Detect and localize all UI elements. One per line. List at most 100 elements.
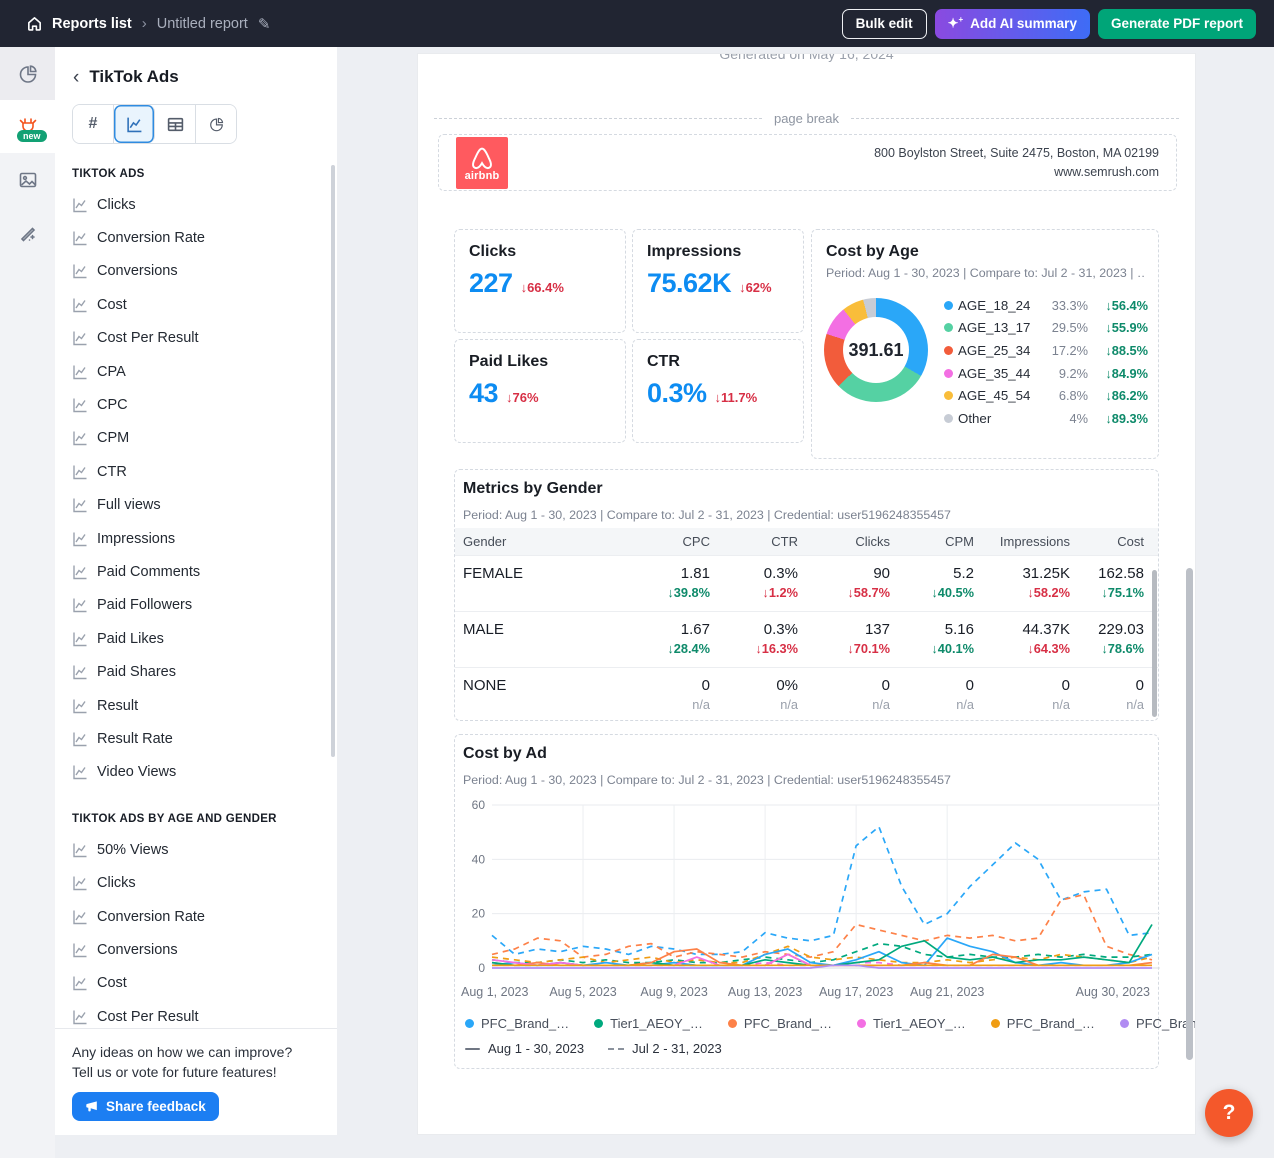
sidebar-item-cost[interactable]: Cost [55, 967, 337, 1000]
sidebar-item-label: Result [97, 698, 138, 714]
line-chart-icon [126, 116, 143, 133]
sidebar-item-impressions[interactable]: Impressions [55, 522, 337, 555]
gender-cell: NONE [463, 668, 605, 723]
sidebar-item-result[interactable]: Result [55, 689, 337, 722]
kpi-title: Clicks [469, 243, 611, 261]
sidebar-item-paid-followers[interactable]: Paid Followers [55, 589, 337, 622]
metric-cell: 1.67↓28.4% [605, 612, 710, 667]
kpi-card-ctr[interactable]: CTR 0.3% ↓11.7% [632, 339, 804, 443]
donut-center-value: 391.61 [848, 340, 903, 361]
report-header-widget[interactable]: airbnb 800 Boylston Street, Suite 2475, … [438, 134, 1177, 191]
breadcrumb-reports-list[interactable]: Reports list [26, 15, 132, 32]
sidebar-item-clicks[interactable]: Clicks [55, 866, 337, 899]
edit-title-icon[interactable]: ✎ [258, 15, 271, 33]
sidebar-item-cpc[interactable]: CPC [55, 388, 337, 421]
line-chart-icon [72, 430, 88, 446]
x-tick-label: Aug 9, 2023 [640, 985, 707, 999]
sidebar-item-paid-likes[interactable]: Paid Likes [55, 622, 337, 655]
picker-number-widget[interactable]: # [73, 105, 114, 143]
cost-by-ad-subtitle: Period: Aug 1 - 30, 2023 | Compare to: J… [463, 773, 951, 787]
kpi-card-impressions[interactable]: Impressions 75.62K ↓62% [632, 229, 804, 333]
rail-item-images[interactable] [0, 153, 55, 206]
picker-line-chart-widget[interactable] [114, 105, 155, 143]
sidebar-item-conversion-rate[interactable]: Conversion Rate [55, 900, 337, 933]
metric-cell: 1.81↓39.8% [605, 556, 710, 611]
rail-item-integrations[interactable]: new [0, 100, 55, 153]
cost-by-ad-widget[interactable]: Cost by Ad Period: Aug 1 - 30, 2023 | Co… [454, 734, 1159, 1069]
metrics-by-gender-widget[interactable]: Metrics by Gender Period: Aug 1 - 30, 20… [454, 469, 1159, 721]
cost-by-ad-line-chart: 0204060 [455, 793, 1160, 983]
company-address: 800 Boylston Street, Suite 2475, Boston,… [874, 144, 1159, 163]
metric-cell: 0.3%↓1.2% [710, 556, 798, 611]
add-ai-summary-button[interactable]: ✦+ Add AI summary [935, 9, 1090, 39]
metric-delta: ↓58.7% [798, 585, 890, 600]
metric-delta: ↓40.1% [890, 641, 974, 656]
age-legend-delta: ↓88.5% [1088, 343, 1148, 358]
back-chevron-icon[interactable]: ‹ [73, 68, 79, 87]
help-button[interactable]: ? [1205, 1089, 1253, 1137]
kpi-delta: ↓11.7% [715, 390, 758, 405]
series-legend-item: Tier1_AEOY_… [594, 1016, 703, 1031]
rail-item-ai-tools[interactable] [0, 206, 55, 259]
age-legend-row-age-45-54: AGE_45_546.8%↓86.2% [944, 384, 1148, 407]
sidebar-item-cpm[interactable]: CPM [55, 422, 337, 455]
gender-table-title: Metrics by Gender [463, 480, 603, 498]
sidebar-item-cost[interactable]: Cost [55, 288, 337, 321]
age-legend-percent: 29.5% [1038, 320, 1088, 335]
cost-by-ad-title: Cost by Ad [463, 745, 547, 763]
sidebar-item-full-views[interactable]: Full views [55, 489, 337, 522]
rail-item-charts[interactable] [0, 47, 55, 100]
kpi-card-clicks[interactable]: Clicks 227 ↓66.4% [454, 229, 626, 333]
age-legend-label: AGE_45_54 [958, 388, 1038, 403]
sidebar-item-conversions[interactable]: Conversions [55, 933, 337, 966]
cost-by-age-widget[interactable]: Cost by Age Period: Aug 1 - 30, 2023 | C… [811, 229, 1159, 459]
sidebar-item-ctr[interactable]: CTR [55, 455, 337, 488]
generate-pdf-button[interactable]: Generate PDF report [1098, 9, 1256, 39]
sidebar-item-paid-comments[interactable]: Paid Comments [55, 555, 337, 588]
gender-table: GenderCPCCTRClicksCPMImpressionsCostFEMA… [455, 528, 1158, 723]
sidebar-item-clicks[interactable]: Clicks [55, 188, 337, 221]
kpi-card-paid-likes[interactable]: Paid Likes 43 ↓76% [454, 339, 626, 443]
metric-value: 5.2 [890, 565, 974, 582]
share-feedback-label: Share feedback [106, 1099, 206, 1114]
feedback-line1: Any ideas on how we can improve? [72, 1042, 337, 1062]
metric-delta: ↓40.5% [890, 585, 974, 600]
line-chart-icon [72, 975, 88, 991]
age-legend-delta: ↓84.9% [1088, 366, 1148, 381]
line-chart-icon [72, 364, 88, 380]
kpi-value: 0.3% [647, 378, 707, 409]
bulk-edit-button[interactable]: Bulk edit [842, 9, 927, 39]
legend-dot-icon [944, 414, 953, 423]
sidebar-item-conversion-rate[interactable]: Conversion Rate [55, 221, 337, 254]
sidebar-item-video-views[interactable]: Video Views [55, 756, 337, 789]
metric-value: 90 [798, 565, 890, 582]
sidebar-scrollbar[interactable] [331, 165, 335, 757]
line-chart-icon [72, 297, 88, 313]
sidebar-item-result-rate[interactable]: Result Rate [55, 722, 337, 755]
page-break-divider: page break [434, 111, 1179, 126]
report-canvas: Generated on May 16, 2024 page break air… [417, 53, 1196, 1135]
sidebar-item-conversions[interactable]: Conversions [55, 255, 337, 288]
age-legend-row-age-18-24: AGE_18_2433.3%↓56.4% [944, 294, 1148, 317]
metric-value: 0 [974, 677, 1070, 694]
sidebar-item-50-views[interactable]: 50% Views [55, 833, 337, 866]
line-chart-icon [72, 597, 88, 613]
metric-value: 1.67 [605, 621, 710, 638]
breadcrumb-chevron-icon: › [142, 15, 147, 32]
page-scrollbar[interactable] [1186, 568, 1193, 1060]
share-feedback-button[interactable]: Share feedback [72, 1092, 219, 1121]
gender-label: MALE [463, 621, 605, 638]
picker-pie-chart-widget[interactable] [196, 105, 236, 143]
report-preview-area: Generated on May 16, 2024 page break air… [337, 47, 1274, 1158]
picker-table-widget[interactable] [155, 105, 196, 143]
sidebar-item-paid-shares[interactable]: Paid Shares [55, 655, 337, 688]
gender-table-scrollbar[interactable] [1152, 570, 1157, 717]
sidebar-item-cost-per-result[interactable]: Cost Per Result [55, 322, 337, 355]
sidebar-section-label: TIKTOK ADS [72, 168, 337, 180]
gender-label: FEMALE [463, 565, 605, 582]
image-icon [17, 169, 39, 191]
add-ai-summary-label: Add AI summary [970, 16, 1077, 31]
sidebar-item-cpa[interactable]: CPA [55, 355, 337, 388]
svg-text:60: 60 [472, 798, 486, 812]
metric-cell: 137↓70.1% [798, 612, 890, 667]
